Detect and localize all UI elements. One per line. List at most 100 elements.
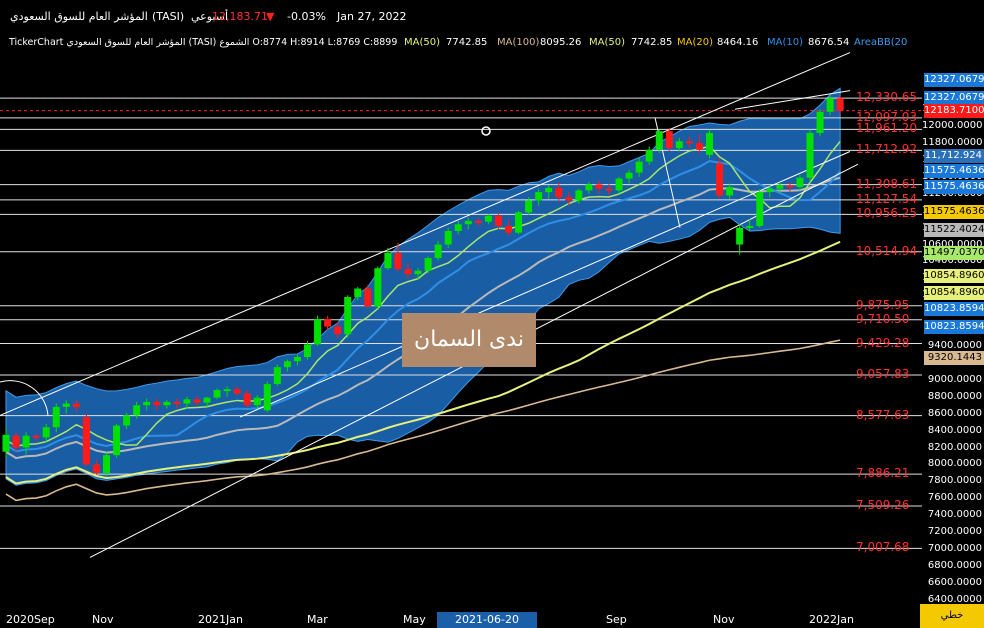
candle-body <box>324 318 332 327</box>
time-tick-label: Nov <box>92 613 114 626</box>
price-marker-box: 11522.4024 <box>924 223 984 238</box>
candle-body <box>585 184 593 191</box>
candle-body <box>434 244 442 259</box>
price-tick-label: 6600.0000 <box>927 576 982 588</box>
ma20-label[interactable]: MA(20) <box>677 37 713 48</box>
price-tick-label: 8800.0000 <box>927 390 982 402</box>
ma50b-label[interactable]: MA(50) <box>589 37 625 48</box>
time-tick-label: 2022Jan <box>809 613 854 626</box>
candle-body <box>62 403 70 407</box>
ma100-value: 8095.26 <box>540 37 582 48</box>
candle-body <box>776 185 784 189</box>
candle-body <box>404 269 412 275</box>
candle-body <box>474 220 482 223</box>
price-marker-box: 12183.7100 <box>924 103 984 118</box>
candle-body <box>605 188 613 191</box>
candle-body <box>103 455 110 473</box>
candle-body <box>796 177 804 188</box>
level-price-label: 7,886.21 <box>856 466 910 481</box>
candle-body <box>153 401 161 406</box>
candle-body <box>203 397 211 403</box>
level-price-label: 8,577.63 <box>856 407 910 422</box>
drawing-anchor-handle <box>481 126 491 136</box>
price-tick-label: 9000.0000 <box>927 373 982 385</box>
price-tick-label: 8400.0000 <box>927 424 982 436</box>
candle-body <box>304 344 311 358</box>
level-price-label: 11,961.20 <box>856 121 918 136</box>
areabb-label[interactable]: AreaBB(20 <box>854 37 907 48</box>
price-tick-label: 8000.0000 <box>927 458 982 470</box>
price-tick-label: 7600.0000 <box>927 492 982 504</box>
candle-body <box>283 361 291 368</box>
level-price-label: 12,330.65 <box>856 90 918 105</box>
level-price-label: 11,127.54 <box>856 191 918 206</box>
title-bar: المؤشر العام للسوق السعودي (TASI) أسبوعي… <box>0 0 984 32</box>
candle-body <box>505 225 512 233</box>
time-tick-label: Sep <box>606 613 627 626</box>
last-date: Jan 27, 2022 <box>337 10 407 23</box>
level-price-label: 10,514.94 <box>856 243 918 258</box>
price-tick-label: 7400.0000 <box>927 509 982 521</box>
candle-body <box>655 131 663 150</box>
candle-body <box>625 172 633 179</box>
candle-body <box>756 192 764 226</box>
candle-body <box>685 141 693 144</box>
candle-body <box>314 318 322 345</box>
ticker-symbol: (TASI) <box>152 10 185 23</box>
candle-body <box>163 401 171 406</box>
level-price-label: 7,007.68 <box>856 540 910 555</box>
candle-body <box>535 192 543 201</box>
candle-body <box>72 403 80 407</box>
candle-body <box>123 415 131 426</box>
candle-body <box>645 149 653 162</box>
level-price-label: 9,429.28 <box>856 335 910 350</box>
candle-body <box>374 268 382 307</box>
author-watermark: ندى السمان <box>402 313 536 367</box>
price-tick-label: 8600.0000 <box>927 407 982 419</box>
level-price-label: 9,710.50 <box>856 311 910 326</box>
candle-body <box>223 389 231 392</box>
candle-body <box>384 252 392 269</box>
candle-body <box>716 163 724 196</box>
candle-body <box>826 98 834 112</box>
index-name: المؤشر العام للسوق السعودي <box>10 10 148 23</box>
price-tick-label: 7200.0000 <box>927 526 982 538</box>
candle-body <box>52 406 60 428</box>
candle-body <box>394 252 402 270</box>
candle-body <box>464 220 472 225</box>
candle-body <box>706 132 713 155</box>
candle-body <box>484 215 492 222</box>
candle-body <box>726 187 734 196</box>
candle-body <box>183 399 191 404</box>
candle-body <box>414 270 422 275</box>
candle-body <box>736 227 744 245</box>
level-price-label: 10,956.25 <box>856 206 918 221</box>
candle-body <box>806 132 814 178</box>
level-price-label: 9,057.83 <box>856 366 910 381</box>
candle-body <box>143 401 151 406</box>
candle-body <box>344 296 352 335</box>
candle-body <box>635 161 643 173</box>
price-marker-box: 10854.8960 <box>924 285 984 300</box>
price-marker-box: 11575.4636 <box>924 205 984 220</box>
candle-body <box>515 212 523 233</box>
ma10-label[interactable]: MA(10) <box>767 37 803 48</box>
candle-body <box>565 197 573 201</box>
candle-body <box>675 141 683 149</box>
ma50-label[interactable]: MA(50) <box>404 37 440 48</box>
candle-body <box>766 188 774 193</box>
ma50-value: 7742.85 <box>446 37 488 48</box>
candle-body <box>836 98 844 111</box>
candle-body <box>32 435 40 438</box>
candle-body <box>263 384 271 411</box>
price-marker-box: 12327.0679 <box>924 73 984 88</box>
price-marker-box: 11497.0370 <box>924 246 984 261</box>
price-tick-label: 8200.0000 <box>927 441 982 453</box>
candle-body <box>494 215 502 226</box>
chart-window[interactable]: 6400.0000 6600.0000 6800.0000 7000.0000 7200… <box>0 0 984 628</box>
candle-body <box>454 224 462 232</box>
price-marker-box: 10823.8594 <box>924 320 984 335</box>
ma100-label[interactable]: MA(100) <box>497 37 539 48</box>
chart-mode-button[interactable]: خطي <box>920 604 984 628</box>
price-marker-box: 9320.1443 <box>924 350 984 365</box>
